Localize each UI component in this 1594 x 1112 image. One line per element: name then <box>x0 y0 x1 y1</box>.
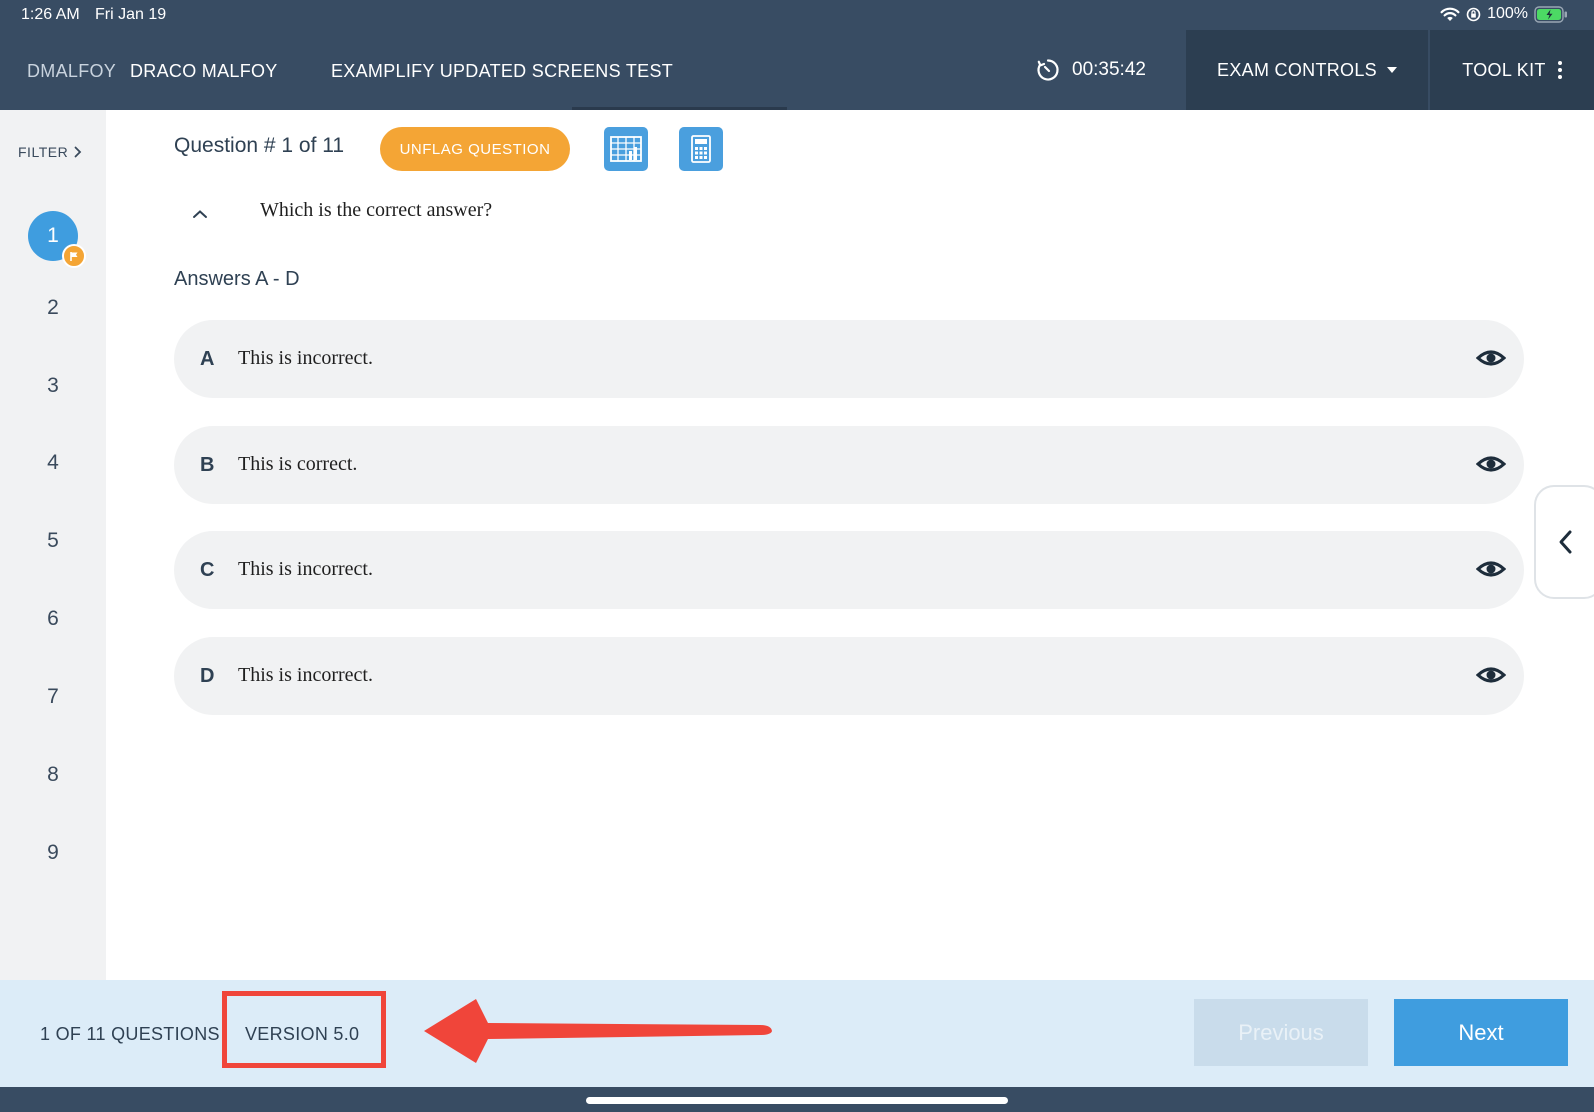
flag-badge-icon <box>62 244 86 268</box>
caret-down-icon <box>1386 67 1397 73</box>
version-label: VERSION 5.0 <box>245 1024 360 1044</box>
answer-text: This is incorrect. <box>238 347 373 369</box>
eye-icon[interactable] <box>1476 345 1506 371</box>
orientation-lock-icon <box>1466 7 1481 21</box>
question-nav-5[interactable]: 5 <box>0 529 106 553</box>
answer-letter: A <box>200 348 215 370</box>
top-nav: DMALFOY DRACO MALFOY EXAMPLIFY UPDATED S… <box>0 30 1594 110</box>
question-sidebar: FILTER 1 2 3 4 5 6 7 8 9 <box>0 110 106 980</box>
question-count: 1 OF 11 QUESTIONS <box>40 1024 220 1044</box>
home-indicator-bar <box>0 1087 1594 1112</box>
arrow-left-icon <box>424 999 772 1063</box>
status-time: 1:26 AM <box>21 6 80 23</box>
previous-button[interactable]: Previous <box>1194 999 1368 1066</box>
more-vertical-icon <box>1557 61 1562 79</box>
eye-icon[interactable] <box>1476 662 1506 688</box>
answer-option-c[interactable]: C This is incorrect. <box>174 531 1524 609</box>
answer-option-b[interactable]: B This is correct. <box>174 426 1524 504</box>
question-panel: Question # 1 of 11 UNFLAG QUESTION Which… <box>106 110 1594 980</box>
exam-timer[interactable]: 00:35:42 <box>1036 58 1146 82</box>
timer-value: 00:35:42 <box>1072 59 1146 80</box>
answer-letter: D <box>200 665 215 687</box>
timer-icon <box>1037 59 1059 81</box>
calculator-tool-button[interactable] <box>679 127 723 171</box>
unflag-question-button[interactable]: UNFLAG QUESTION <box>380 127 570 171</box>
exam-controls-label: EXAM CONTROLS <box>1217 59 1377 80</box>
answer-option-d[interactable]: D This is incorrect. <box>174 637 1524 715</box>
filter-label: FILTER <box>18 144 69 160</box>
spreadsheet-tool-button[interactable] <box>604 127 648 171</box>
chevron-right-icon <box>74 146 82 158</box>
tool-kit-label: TOOL KIT <box>1462 59 1546 80</box>
status-bar: 1:26 AM Fri Jan 19 100% <box>0 0 1594 30</box>
answer-letter: B <box>200 454 215 476</box>
question-nav-2[interactable]: 2 <box>0 296 106 320</box>
filter-button[interactable]: FILTER <box>18 144 82 160</box>
home-indicator[interactable] <box>586 1097 1008 1104</box>
answer-letter: C <box>200 559 215 581</box>
answer-text: This is incorrect. <box>238 664 373 686</box>
battery-percent: 100% <box>1487 5 1528 22</box>
question-nav-7[interactable]: 7 <box>0 685 106 709</box>
spreadsheet-icon <box>610 136 642 162</box>
question-prompt: Which is the correct answer? <box>260 199 493 221</box>
answers-title: Answers A - D <box>174 268 300 290</box>
chevron-left-icon <box>1559 530 1572 554</box>
eye-icon[interactable] <box>1476 451 1506 477</box>
username: DMALFOY <box>27 61 117 81</box>
next-button[interactable]: Next <box>1394 999 1568 1066</box>
calculator-icon <box>691 135 711 163</box>
battery-icon <box>1534 5 1567 23</box>
wifi-icon <box>1440 7 1460 21</box>
exam-title: EXAMPLIFY UPDATED SCREENS TEST <box>331 61 674 81</box>
side-panel-toggle[interactable] <box>1534 485 1594 599</box>
collapse-prompt-button[interactable] <box>192 206 208 224</box>
answer-text: This is incorrect. <box>238 558 373 580</box>
answer-option-a[interactable]: A This is incorrect. <box>174 320 1524 398</box>
question-nav-4[interactable]: 4 <box>0 451 106 475</box>
question-header: Question # 1 of 11 <box>174 134 345 157</box>
tool-kit-button[interactable]: TOOL KIT <box>1430 30 1594 110</box>
status-right: 100% <box>1440 5 1568 23</box>
question-nav-6[interactable]: 6 <box>0 607 106 631</box>
eye-icon[interactable] <box>1476 556 1506 582</box>
user-full-name: DRACO MALFOY <box>130 61 278 81</box>
status-date: Fri Jan 19 <box>95 6 167 23</box>
question-nav-3[interactable]: 3 <box>0 374 106 398</box>
exam-controls-button[interactable]: EXAM CONTROLS <box>1186 30 1428 110</box>
answer-text: This is correct. <box>238 453 358 475</box>
footer-bar: 1 OF 11 QUESTIONS VERSION 5.0 Previous N… <box>0 980 1594 1087</box>
chevron-up-icon <box>193 210 207 218</box>
question-nav-8[interactable]: 8 <box>0 763 106 787</box>
question-nav-9[interactable]: 9 <box>0 841 106 865</box>
